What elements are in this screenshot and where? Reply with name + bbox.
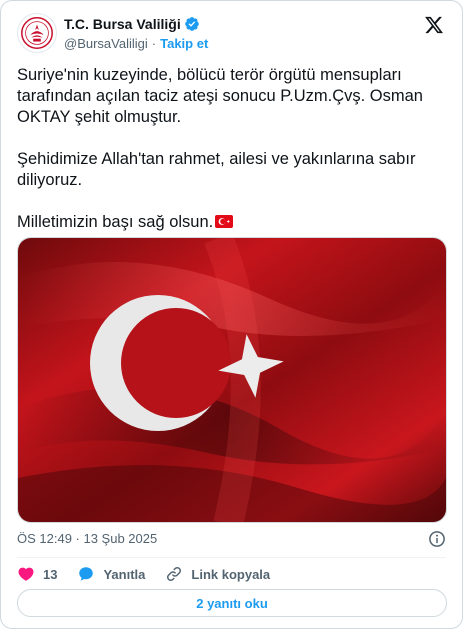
separator-dot: · [151,36,157,51]
heart-icon [18,567,34,581]
tweet-timestamp[interactable]: ÖS 12:49 · 13 Şub 2025 [17,531,157,546]
tweet-text: Suriye'nin kuzeyinde, bölücü terör örgüt… [17,65,437,233]
copy-link-button[interactable]: Link kopyala [165,565,270,583]
turkish-flag-image-icon [18,238,446,522]
copy-link-label: Link kopyala [191,566,271,582]
link-icon [167,566,182,582]
avatar[interactable] [17,13,57,53]
tweet-paragraph: Milletimizin başı sağ olsun. [17,213,214,231]
reply-button[interactable]: Yanıtla [77,565,145,583]
account-names: T.C. Bursa Valiliği @BursaValiligi · Tak… [64,15,208,51]
like-count: 13 [43,566,58,582]
tweet-embed-card: T.C. Bursa Valiliği @BursaValiligi · Tak… [0,0,463,629]
like-button[interactable]: 13 [17,565,57,583]
tweet-header: T.C. Bursa Valiliği @BursaValiligi · Tak… [17,13,446,57]
tweet-paragraph: Şehidimize Allah'tan rahmet, ailesi ve y… [17,150,416,189]
divider [17,557,446,558]
account-handle[interactable]: @BursaValiligi [64,36,148,51]
tweet-actions: 13 Yanıtla Link kopyala [17,564,290,584]
tweet-media-image[interactable] [17,237,447,523]
government-emblem-icon [21,17,53,49]
tweet-paragraph: Suriye'nin kuzeyinde, bölücü terör örgüt… [17,66,423,126]
read-replies-button[interactable]: 2 yanıtı oku [17,589,447,617]
display-name[interactable]: T.C. Bursa Valiliği [64,16,181,32]
reply-bubble-icon [79,567,94,581]
verified-badge-icon [184,17,199,31]
display-name-row: T.C. Bursa Valiliği [64,15,208,33]
x-logo-icon[interactable] [424,15,444,35]
tweet-paragraph-last: Milletimizin başı sağ olsun. [17,212,437,233]
reply-label: Yanıtla [103,566,146,582]
turkey-flag-emoji-icon [215,215,234,228]
handle-row: @BursaValiligi · Takip et [64,36,208,51]
follow-button[interactable]: Takip et [160,36,208,51]
info-icon[interactable] [428,530,446,548]
